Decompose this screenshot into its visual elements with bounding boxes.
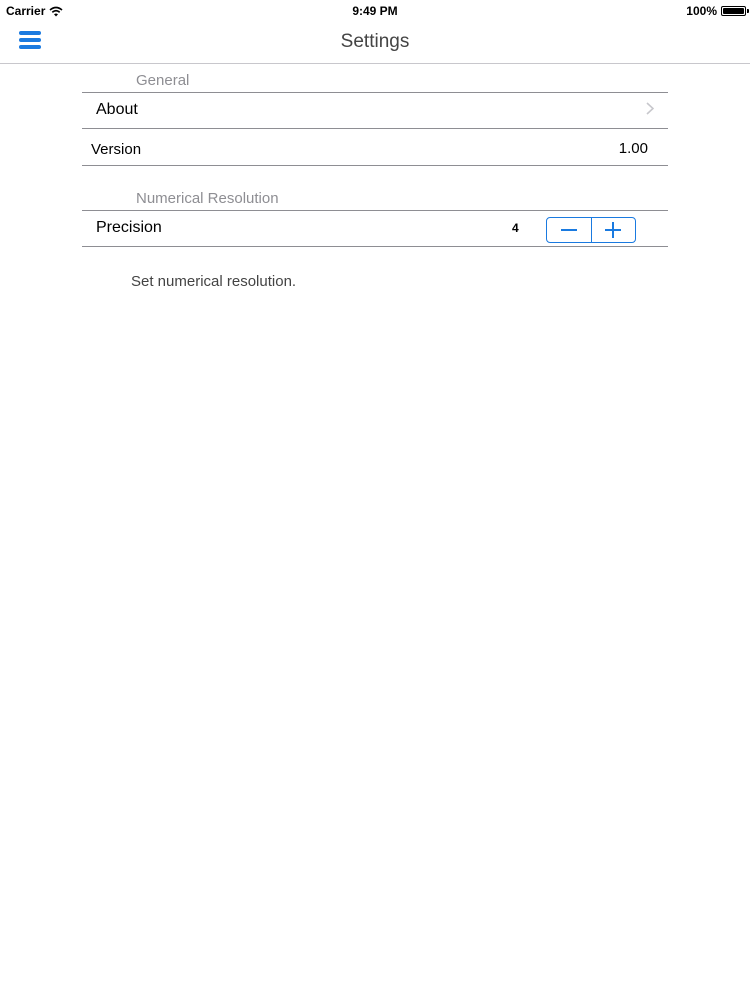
plus-icon [605, 222, 622, 238]
decrement-button[interactable] [547, 218, 591, 242]
battery-icon [721, 6, 749, 16]
divider [82, 246, 668, 247]
version-label: Version [91, 141, 142, 158]
status-time: 9:49 PM [352, 4, 398, 18]
divider [82, 165, 668, 166]
battery-percent: 100% [686, 4, 717, 18]
precision-stepper[interactable] [546, 217, 636, 243]
minus-icon [560, 229, 577, 231]
chevron-right-icon [646, 102, 654, 115]
precision-label: Precision [96, 219, 162, 236]
version-value: 1.00 [618, 140, 648, 157]
status-bar: Carrier 9:49 PM 100% [0, 0, 750, 22]
about-row[interactable]: About [82, 93, 668, 128]
about-label: About [96, 101, 138, 118]
settings-screen: Carrier 9:49 PM 100% Settings General Ab… [0, 0, 750, 1000]
page-title: Settings [340, 31, 410, 52]
section-footer-text: Set numerical resolution. [131, 273, 297, 290]
precision-value: 4 [512, 221, 519, 235]
section-header-numerical-resolution: Numerical Resolution [136, 190, 279, 207]
battery-indicator: 100% [686, 4, 749, 18]
precision-row: Precision 4 [82, 211, 668, 246]
version-row: Version 1.00 [82, 129, 668, 165]
section-header-general: General [136, 72, 190, 89]
increment-button[interactable] [592, 218, 636, 242]
navigation-bar: Settings [0, 22, 750, 64]
